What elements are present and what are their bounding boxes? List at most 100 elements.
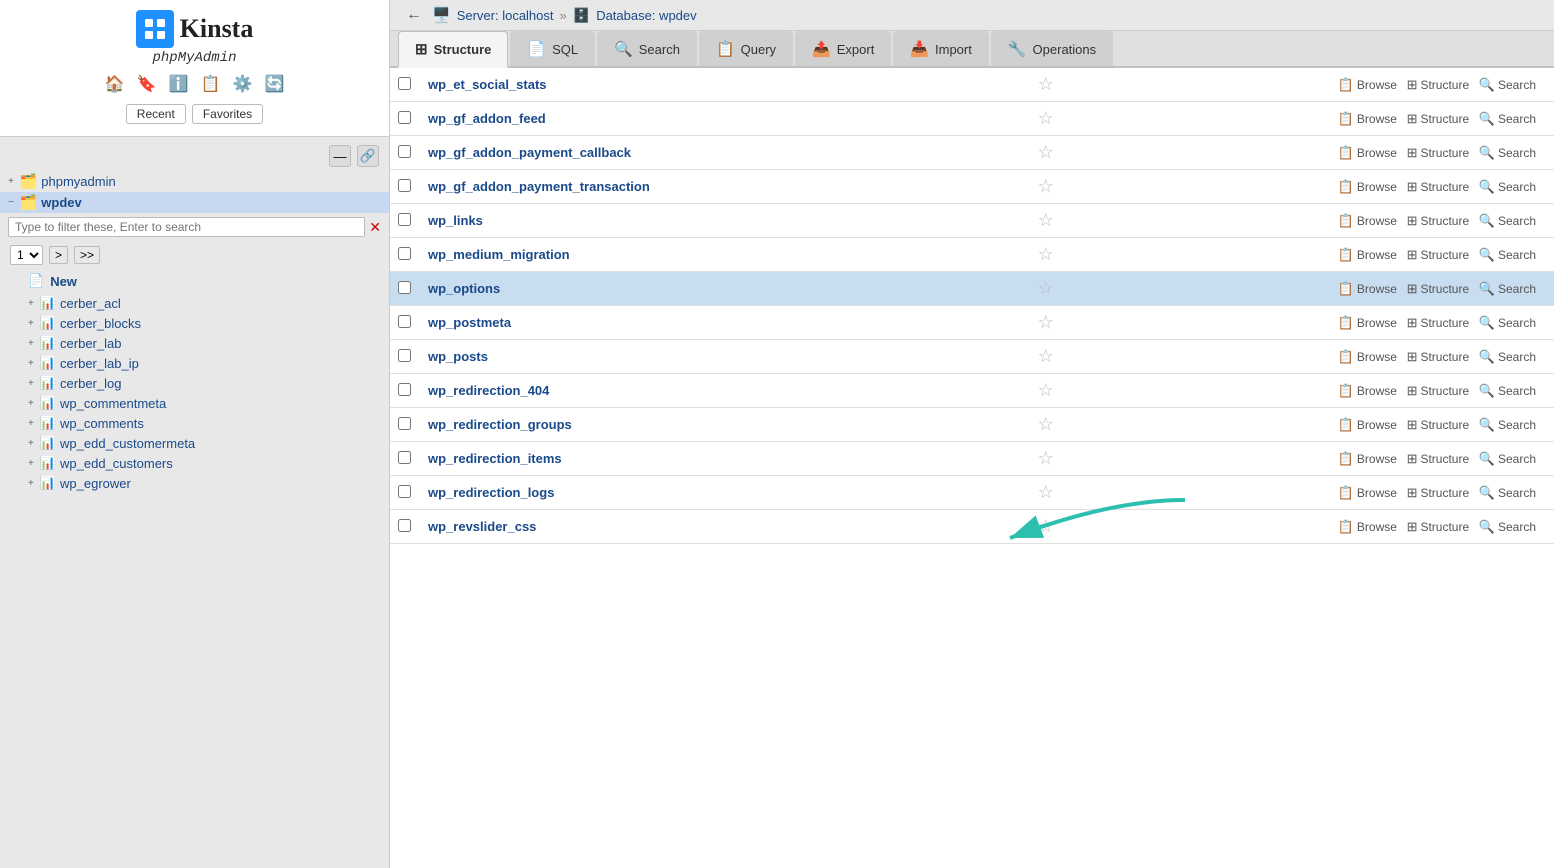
- structure-action[interactable]: ⊞ Structure: [1407, 383, 1470, 399]
- star-icon[interactable]: ☆: [1038, 312, 1054, 332]
- row-checkbox[interactable]: [398, 451, 411, 464]
- table-name-cell[interactable]: wp_posts: [420, 340, 1030, 374]
- copy-icon[interactable]: 📋: [199, 72, 223, 96]
- back-button[interactable]: ←: [402, 6, 426, 24]
- star-icon[interactable]: ☆: [1038, 448, 1054, 468]
- sidebar-item-cerber_blocks[interactable]: + 📊 cerber_blocks: [0, 313, 389, 333]
- table-name-cell[interactable]: wp_redirection_items: [420, 442, 1030, 476]
- recent-button[interactable]: Recent: [126, 104, 186, 124]
- structure-action[interactable]: ⊞ Structure: [1407, 417, 1470, 433]
- table-name-cell[interactable]: wp_links: [420, 204, 1030, 238]
- table-name-cell[interactable]: wp_gf_addon_payment_callback: [420, 136, 1030, 170]
- refresh-icon[interactable]: 🔄: [263, 72, 287, 96]
- search-action[interactable]: 🔍 Search: [1479, 111, 1536, 127]
- structure-action[interactable]: ⊞ Structure: [1407, 247, 1470, 263]
- search-action[interactable]: 🔍 Search: [1479, 417, 1536, 433]
- filter-clear-button[interactable]: ✕: [369, 219, 381, 236]
- star-icon[interactable]: ☆: [1038, 278, 1054, 298]
- search-action[interactable]: 🔍 Search: [1479, 145, 1536, 161]
- row-checkbox[interactable]: [398, 77, 411, 90]
- sidebar-item-wp_edd_customermeta[interactable]: + 📊 wp_edd_customermeta: [0, 433, 389, 453]
- sidebar-item-wp_edd_customers[interactable]: + 📊 wp_edd_customers: [0, 453, 389, 473]
- star-icon[interactable]: ☆: [1038, 380, 1054, 400]
- browse-action[interactable]: 📋 Browse: [1338, 417, 1397, 433]
- tab-operations[interactable]: 🔧 Operations: [991, 31, 1113, 66]
- star-icon[interactable]: ☆: [1038, 108, 1054, 128]
- collapse-all-button[interactable]: —: [329, 145, 351, 167]
- sidebar-item-wp_comments[interactable]: + 📊 wp_comments: [0, 413, 389, 433]
- search-action[interactable]: 🔍 Search: [1479, 281, 1536, 297]
- table-name-cell[interactable]: wp_medium_migration: [420, 238, 1030, 272]
- row-checkbox[interactable]: [398, 349, 411, 362]
- search-action[interactable]: 🔍 Search: [1479, 77, 1536, 93]
- tab-export[interactable]: 📤 Export: [795, 31, 891, 66]
- row-checkbox[interactable]: [398, 111, 411, 124]
- browse-action[interactable]: 📋 Browse: [1338, 213, 1397, 229]
- structure-action[interactable]: ⊞ Structure: [1407, 281, 1470, 297]
- table-name-cell[interactable]: wp_redirection_groups: [420, 408, 1030, 442]
- db-item-wpdev[interactable]: − 🗂️ wpdev: [0, 192, 389, 213]
- structure-action[interactable]: ⊞ Structure: [1407, 179, 1470, 195]
- structure-action[interactable]: ⊞ Structure: [1407, 315, 1470, 331]
- browse-action[interactable]: 📋 Browse: [1338, 247, 1397, 263]
- row-checkbox[interactable]: [398, 417, 411, 430]
- page-next-button[interactable]: >: [49, 246, 68, 264]
- tab-structure[interactable]: ⊞ Structure: [398, 31, 508, 68]
- star-icon[interactable]: ☆: [1038, 244, 1054, 264]
- tab-search[interactable]: 🔍 Search: [597, 31, 697, 66]
- row-checkbox[interactable]: [398, 315, 411, 328]
- browse-action[interactable]: 📋 Browse: [1338, 383, 1397, 399]
- settings-icon[interactable]: ⚙️: [231, 72, 255, 96]
- link-icon[interactable]: 🔗: [357, 145, 379, 167]
- browse-action[interactable]: 📋 Browse: [1338, 451, 1397, 467]
- browse-action[interactable]: 📋 Browse: [1338, 315, 1397, 331]
- table-name-cell[interactable]: wp_postmeta: [420, 306, 1030, 340]
- table-name-cell[interactable]: wp_revslider_css: [420, 510, 1030, 544]
- row-checkbox[interactable]: [398, 485, 411, 498]
- table-name-cell[interactable]: wp_gf_addon_payment_transaction: [420, 170, 1030, 204]
- browse-action[interactable]: 📋 Browse: [1338, 145, 1397, 161]
- search-action[interactable]: 🔍 Search: [1479, 485, 1536, 501]
- structure-action[interactable]: ⊞ Structure: [1407, 349, 1470, 365]
- row-checkbox[interactable]: [398, 383, 411, 396]
- sidebar-item-cerber_acl[interactable]: + 📊 cerber_acl: [0, 293, 389, 313]
- star-icon[interactable]: ☆: [1038, 414, 1054, 434]
- search-action[interactable]: 🔍 Search: [1479, 519, 1536, 535]
- search-action[interactable]: 🔍 Search: [1479, 179, 1536, 195]
- star-icon[interactable]: ☆: [1038, 516, 1054, 536]
- sidebar-item-wp_egrower[interactable]: + 📊 wp_egrower: [0, 473, 389, 493]
- structure-action[interactable]: ⊞ Structure: [1407, 485, 1470, 501]
- search-action[interactable]: 🔍 Search: [1479, 383, 1536, 399]
- search-action[interactable]: 🔍 Search: [1479, 349, 1536, 365]
- browse-action[interactable]: 📋 Browse: [1338, 485, 1397, 501]
- search-action[interactable]: 🔍 Search: [1479, 315, 1536, 331]
- row-checkbox[interactable]: [398, 213, 411, 226]
- table-name-cell[interactable]: wp_redirection_logs: [420, 476, 1030, 510]
- structure-action[interactable]: ⊞ Structure: [1407, 145, 1470, 161]
- home-icon[interactable]: 🏠: [103, 72, 127, 96]
- search-action[interactable]: 🔍 Search: [1479, 213, 1536, 229]
- sidebar-item-cerber_lab_ip[interactable]: + 📊 cerber_lab_ip: [0, 353, 389, 373]
- browse-action[interactable]: 📋 Browse: [1338, 179, 1397, 195]
- sidebar-item-wp_commentmeta[interactable]: + 📊 wp_commentmeta: [0, 393, 389, 413]
- table-name-cell[interactable]: wp_et_social_stats: [420, 68, 1030, 102]
- browse-action[interactable]: 📋 Browse: [1338, 111, 1397, 127]
- star-icon[interactable]: ☆: [1038, 210, 1054, 230]
- browse-action[interactable]: 📋 Browse: [1338, 77, 1397, 93]
- row-checkbox[interactable]: [398, 247, 411, 260]
- table-name-cell[interactable]: wp_gf_addon_feed: [420, 102, 1030, 136]
- row-checkbox[interactable]: [398, 281, 411, 294]
- favorites-button[interactable]: Favorites: [192, 104, 263, 124]
- structure-action[interactable]: ⊞ Structure: [1407, 111, 1470, 127]
- structure-action[interactable]: ⊞ Structure: [1407, 77, 1470, 93]
- tab-query[interactable]: 📋 Query: [699, 31, 793, 66]
- sidebar-item-cerber_log[interactable]: + 📊 cerber_log: [0, 373, 389, 393]
- star-icon[interactable]: ☆: [1038, 346, 1054, 366]
- tab-sql[interactable]: 📄 SQL: [510, 31, 595, 66]
- page-end-button[interactable]: >>: [74, 246, 100, 264]
- structure-action[interactable]: ⊞ Structure: [1407, 213, 1470, 229]
- star-icon[interactable]: ☆: [1038, 482, 1054, 502]
- browse-action[interactable]: 📋 Browse: [1338, 519, 1397, 535]
- browse-action[interactable]: 📋 Browse: [1338, 281, 1397, 297]
- browse-action[interactable]: 📋 Browse: [1338, 349, 1397, 365]
